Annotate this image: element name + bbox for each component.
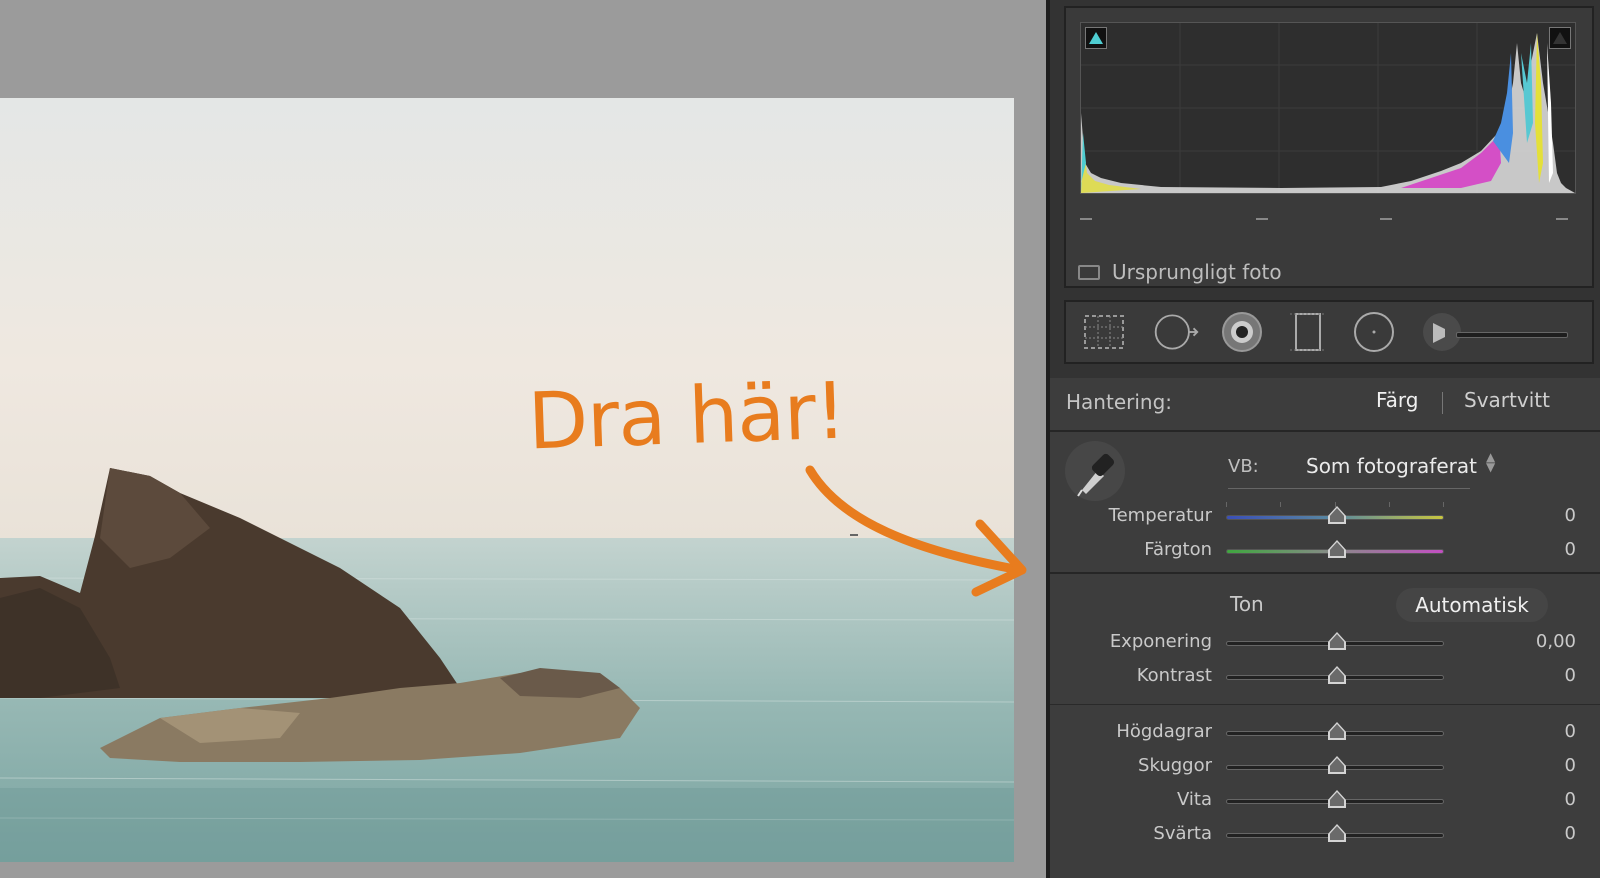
slider-value[interactable]: 0 xyxy=(1565,665,1576,686)
slider-label: Svärta xyxy=(1153,823,1212,844)
spot-removal-icon[interactable] xyxy=(1152,310,1200,354)
treatment-bw-button[interactable]: Svartvitt xyxy=(1464,388,1550,412)
highlight-clipping-toggle[interactable] xyxy=(1549,27,1571,49)
slider-label: Vita xyxy=(1176,789,1212,810)
wb-divider xyxy=(1228,488,1470,489)
slider-label: Kontrast xyxy=(1136,665,1212,686)
slider-vita[interactable]: Vita 0 xyxy=(1050,786,1600,816)
slider-label: Exponering xyxy=(1109,631,1212,652)
wb-select-arrows-icon[interactable]: ▲ ▼ xyxy=(1486,451,1495,473)
brush-size-slider[interactable] xyxy=(1456,332,1568,338)
original-photo-checkbox[interactable] xyxy=(1078,264,1100,280)
histogram-tick xyxy=(1256,218,1268,220)
histogram-panel: Ursprungligt foto xyxy=(1064,6,1594,288)
slider-skuggor[interactable]: Skuggor 0 xyxy=(1050,752,1600,782)
annotation-text: Dra här! xyxy=(526,366,847,468)
slider-label: Temperatur xyxy=(1108,505,1212,526)
basic-panel: Hantering: Färg Svartvitt VB: Som fotogr… xyxy=(1050,378,1600,878)
slider-label: Skuggor xyxy=(1138,755,1212,776)
slider-hogdagrar[interactable]: Högdagrar 0 xyxy=(1050,718,1600,748)
shadow-clipping-toggle[interactable] xyxy=(1085,27,1107,49)
slider-value[interactable]: 0 xyxy=(1565,505,1576,526)
photo-canvas: Dra här! xyxy=(0,0,1046,878)
graduated-filter-icon[interactable] xyxy=(1284,310,1332,354)
treatment-separator xyxy=(1442,392,1443,414)
slider-svarta[interactable]: Svärta 0 xyxy=(1050,820,1600,850)
tool-strip xyxy=(1064,300,1594,364)
annotation-arrow-icon xyxy=(805,465,1027,597)
treatment-row: Hantering: Färg Svartvitt xyxy=(1050,378,1600,432)
slider-label: Färgton xyxy=(1144,539,1212,560)
wb-label: VB: xyxy=(1228,456,1259,477)
histogram-tick xyxy=(1380,218,1392,220)
treatment-label: Hantering: xyxy=(1066,390,1173,414)
eyedropper-icon[interactable] xyxy=(1064,440,1126,506)
slider-value[interactable]: 0 xyxy=(1565,823,1576,844)
slider-exponering[interactable]: Exponering 0,00 xyxy=(1050,628,1600,658)
slider-kontrast[interactable]: Kontrast 0 xyxy=(1050,662,1600,692)
radial-filter-icon[interactable] xyxy=(1350,310,1398,354)
slider-value[interactable]: 0,00 xyxy=(1536,631,1576,652)
tone-section: Ton Automatisk Exponering 0,00 Kontrast … xyxy=(1050,574,1600,878)
tone-label: Ton xyxy=(1230,592,1264,616)
slider-value[interactable]: 0 xyxy=(1565,789,1576,810)
slider-temperatur[interactable]: Temperatur 0 xyxy=(1050,502,1600,532)
slider-value[interactable]: 0 xyxy=(1565,539,1576,560)
white-balance-section: VB: Som fotograferat ▲ ▼ Temperatur 0 Fär… xyxy=(1050,432,1600,574)
slider-ticks xyxy=(1226,502,1444,508)
histogram[interactable] xyxy=(1080,22,1576,194)
original-photo-toggle[interactable]: Ursprungligt foto xyxy=(1078,260,1282,284)
crop-overlay-icon[interactable] xyxy=(1080,310,1128,354)
slider-value[interactable]: 0 xyxy=(1565,755,1576,776)
slider-label: Högdagrar xyxy=(1116,721,1212,742)
auto-tone-button[interactable]: Automatisk xyxy=(1396,588,1548,622)
wb-preset-select[interactable]: Som fotograferat xyxy=(1306,454,1477,478)
slider-fargton[interactable]: Färgton 0 xyxy=(1050,536,1600,566)
develop-panel: Ursprungligt foto Hantering: Färg Svartv… xyxy=(1046,0,1600,878)
histogram-tick xyxy=(1556,218,1568,220)
red-eye-icon[interactable] xyxy=(1218,310,1266,354)
histogram-tick xyxy=(1080,218,1092,220)
treatment-color-button[interactable]: Färg xyxy=(1376,388,1419,412)
original-photo-label: Ursprungligt foto xyxy=(1112,260,1282,284)
tone-divider xyxy=(1050,704,1600,705)
slider-value[interactable]: 0 xyxy=(1565,721,1576,742)
